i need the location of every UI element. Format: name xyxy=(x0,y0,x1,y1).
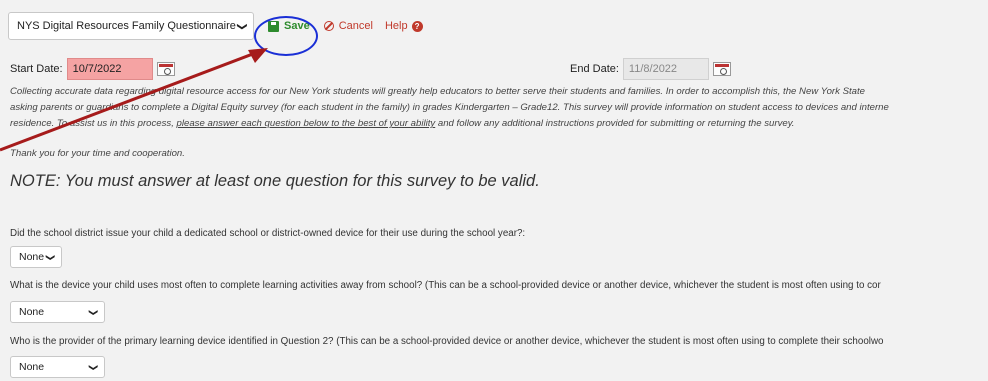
annotation-arrow-head xyxy=(248,48,268,63)
annotation-arrow xyxy=(0,48,268,152)
annotation-arrow-line xyxy=(0,50,259,152)
